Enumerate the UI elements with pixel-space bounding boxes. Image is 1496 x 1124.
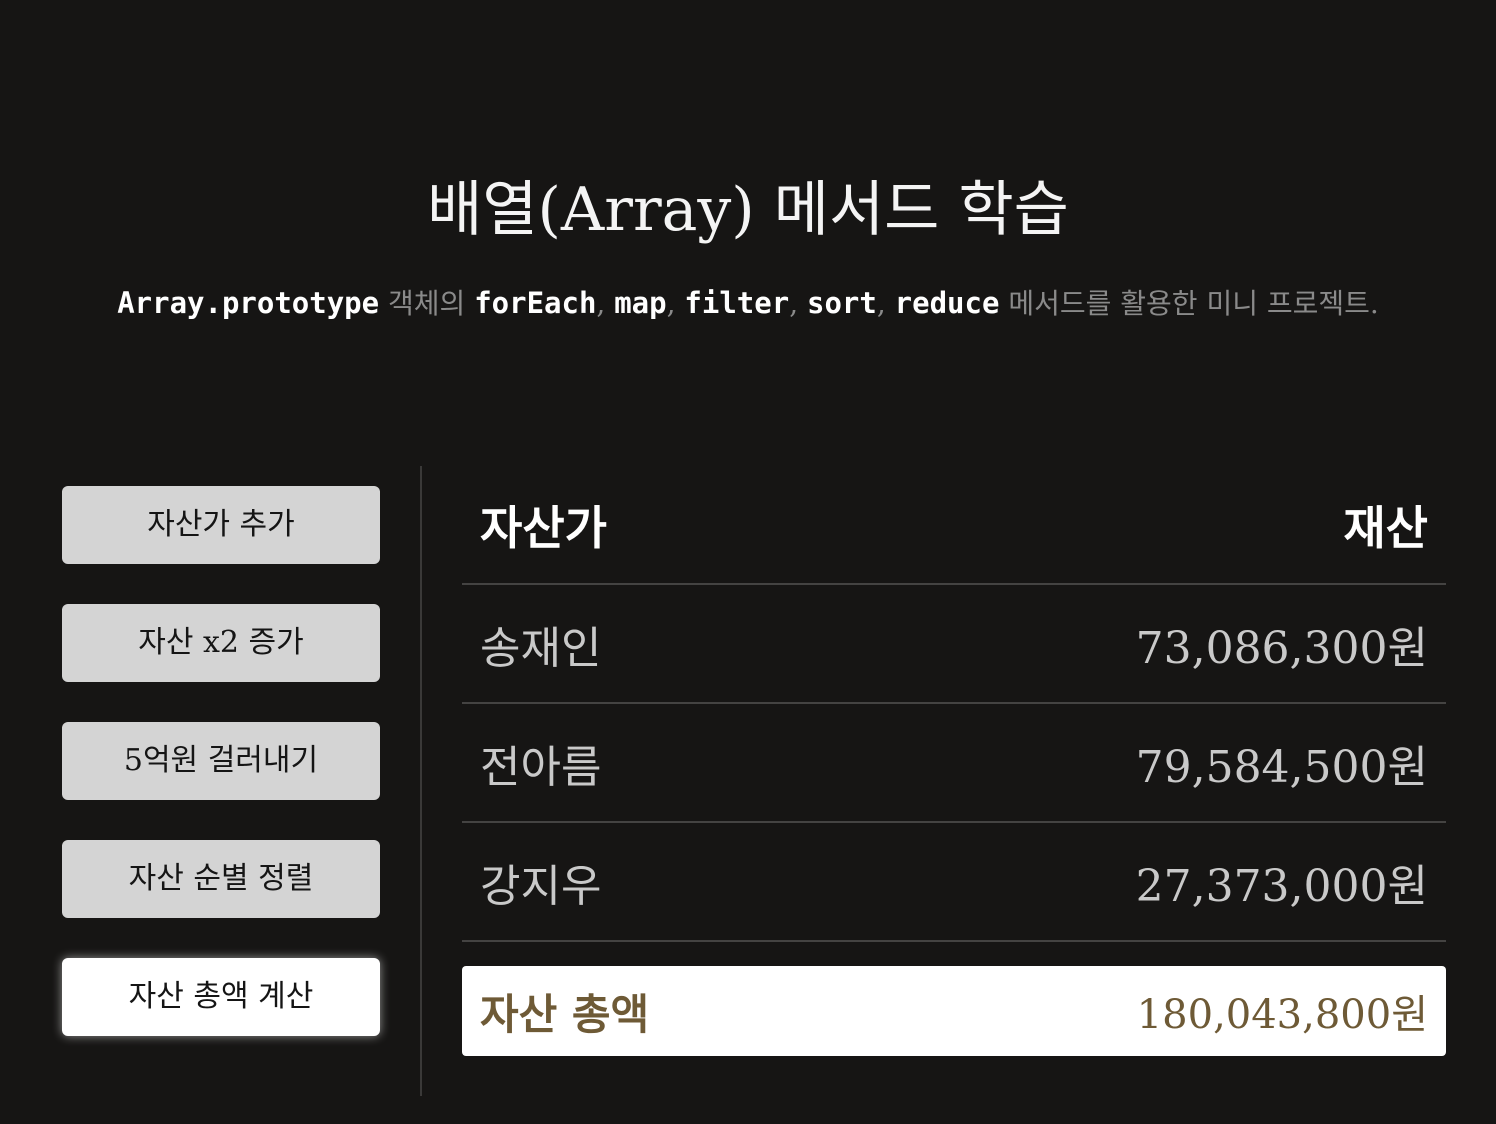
- column-header-wealth: 재산: [1343, 500, 1428, 555]
- subtitle-text: 객체의: [379, 287, 475, 320]
- subtitle-text-end: 메서드를 활용한 미니 프로젝트.: [999, 287, 1379, 320]
- total-wealth-bar: 자산 총액 180,043,800원: [462, 966, 1446, 1056]
- person-name: 송재인: [480, 622, 602, 674]
- person-wealth: 73,086,300원: [1135, 622, 1428, 674]
- add-user-button[interactable]: 자산가 추가: [62, 486, 380, 564]
- page-subtitle: Array.prototype 객체의 forEach, map, filter…: [0, 284, 1496, 323]
- calculate-total-button[interactable]: 자산 총액 계산: [62, 958, 380, 1036]
- vertical-divider: [420, 466, 422, 1096]
- page-title: 배열(Array) 메서드 학습: [427, 175, 1069, 245]
- total-value: 180,043,800원: [1136, 992, 1428, 1038]
- method-map: map: [614, 286, 667, 320]
- person-wealth: 27,373,000원: [1135, 860, 1428, 912]
- double-wealth-button[interactable]: 자산 x2 증가: [62, 604, 380, 682]
- action-sidebar: 자산가 추가 자산 x2 증가 5억원 걸러내기 자산 순별 정렬 자산 총액 …: [62, 486, 380, 1076]
- api-name: Array.prototype: [117, 286, 380, 320]
- table-row: 강지우 27,373,000원: [462, 823, 1446, 942]
- person-wealth: 79,584,500원: [1135, 741, 1428, 793]
- table-row: 전아름 79,584,500원: [462, 704, 1446, 823]
- separator: ,: [596, 287, 615, 320]
- method-reduce: reduce: [894, 286, 1000, 320]
- separator: ,: [789, 287, 807, 320]
- filter-500m-button[interactable]: 5억원 걸러내기: [62, 722, 380, 800]
- person-name: 강지우: [480, 860, 602, 912]
- table-row: 송재인 73,086,300원: [462, 585, 1446, 704]
- table-header: 자산가 재산: [462, 466, 1446, 585]
- separator: ,: [876, 287, 895, 320]
- person-name: 전아름: [480, 741, 602, 793]
- total-label: 자산 총액: [480, 989, 650, 1039]
- separator: ,: [666, 287, 685, 320]
- wealth-table: 자산가 재산 송재인 73,086,300원 전아름 79,584,500원 강…: [462, 466, 1446, 942]
- method-sort: sort: [807, 286, 877, 320]
- method-foreach: forEach: [474, 286, 597, 320]
- column-header-name: 자산가: [480, 500, 607, 555]
- method-filter: filter: [684, 286, 790, 320]
- sort-by-wealth-button[interactable]: 자산 순별 정렬: [62, 840, 380, 918]
